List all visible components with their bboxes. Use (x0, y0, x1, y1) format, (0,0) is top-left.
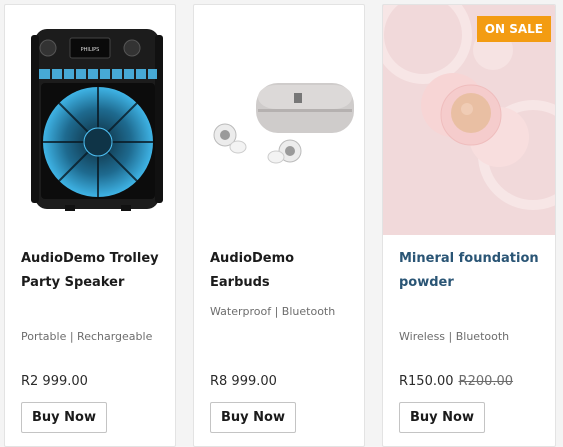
product-title-line1[interactable]: AudioDemo Trolley (21, 247, 165, 271)
buy-now-button[interactable]: Buy Now (21, 402, 107, 433)
product-features: Portable | Rechargeable (21, 330, 153, 343)
product-title[interactable]: AudioDemo Earbuds (210, 247, 354, 295)
current-price: R150.00 (399, 374, 454, 389)
product-price: R8 999.00 (210, 374, 277, 389)
product-title-line2[interactable]: powder (399, 271, 545, 295)
product-price: R2 999.00 (21, 374, 88, 389)
product-price: R150.00 R200.00 (399, 374, 513, 389)
buy-now-button[interactable]: Buy Now (399, 402, 485, 433)
product-card[interactable]: PHILIPS AudioDemo Trolley Party Speaker … (4, 4, 176, 447)
buy-now-button[interactable]: Buy Now (210, 402, 296, 433)
original-price: R200.00 (458, 374, 514, 389)
product-title-line1[interactable]: AudioDemo Earbuds (210, 247, 354, 295)
product-card[interactable]: ON SALE Mineral foundation powder Wirele… (382, 4, 556, 447)
product-image-earbuds[interactable] (194, 5, 364, 235)
product-features: Waterproof | Bluetooth (210, 305, 336, 318)
product-title-line2[interactable]: Party Speaker (21, 271, 165, 295)
on-sale-badge: ON SALE (476, 16, 551, 42)
product-title[interactable]: Mineral foundation powder (399, 247, 545, 295)
product-features: Wireless | Bluetooth (399, 330, 510, 343)
speaker-brand-label: PHILIPS (81, 47, 100, 53)
current-price: R8 999.00 (210, 374, 277, 389)
current-price: R2 999.00 (21, 374, 88, 389)
product-title-line1[interactable]: Mineral foundation (399, 247, 545, 271)
product-card[interactable]: AudioDemo Earbuds Waterproof | Bluetooth… (193, 4, 365, 447)
product-image-speaker[interactable]: PHILIPS (5, 5, 175, 235)
product-title[interactable]: AudioDemo Trolley Party Speaker (21, 247, 165, 295)
